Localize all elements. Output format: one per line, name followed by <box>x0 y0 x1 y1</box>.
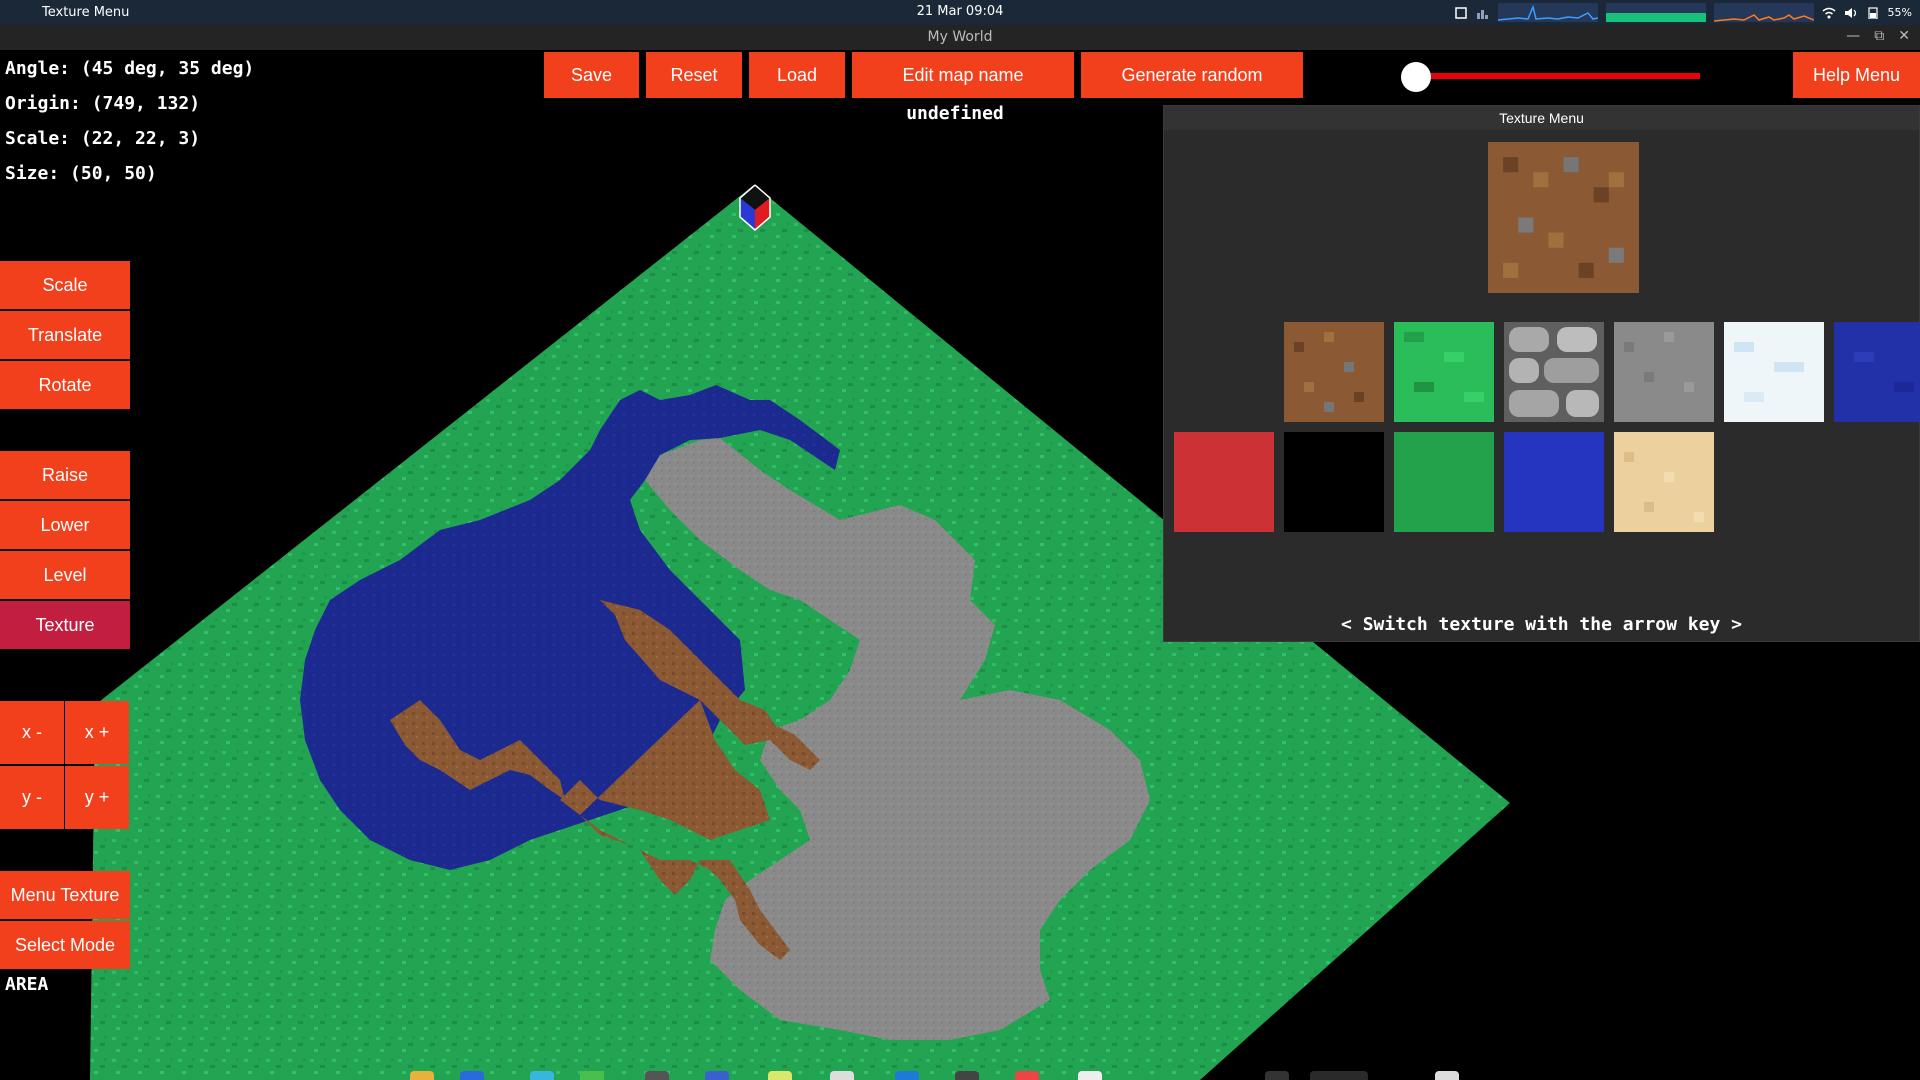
dock-app-icon[interactable] <box>1078 1071 1102 1080</box>
x-minus-button[interactable]: x - <box>0 701 64 764</box>
size-readout: Size: (50, 50) <box>5 163 157 184</box>
map-name-label: undefined <box>906 103 1004 124</box>
select-mode-readout: AREA <box>5 974 49 995</box>
scale-readout: Scale: (22, 22, 3) <box>5 128 201 149</box>
network-monitor <box>1713 3 1814 22</box>
translate-button[interactable]: Translate <box>0 311 130 359</box>
battery-percent: 55% <box>1887 6 1912 19</box>
dock-app-icon[interactable] <box>830 1071 854 1080</box>
dock-app-icon[interactable] <box>645 1071 669 1080</box>
level-button[interactable]: Level <box>0 551 130 599</box>
maximize-icon[interactable]: ⧉ <box>1874 28 1884 44</box>
select-mode-button[interactable]: Select Mode <box>0 921 130 969</box>
origin-readout: Origin: (749, 132) <box>5 93 201 114</box>
dock-app-icon[interactable] <box>768 1071 792 1080</box>
texture-snow[interactable] <box>1724 322 1824 422</box>
cpu-monitor <box>1497 3 1598 22</box>
texture-menu-hint: < Switch texture with the arrow key > <box>1341 614 1742 635</box>
window-title-bar[interactable]: My World — ⧉ ✕ <box>0 25 1920 50</box>
edit-map-name-button[interactable]: Edit map name <box>852 52 1074 98</box>
battery-icon[interactable] <box>1866 6 1880 20</box>
dock-app-icon[interactable] <box>895 1071 919 1080</box>
texture-grass[interactable] <box>1394 322 1494 422</box>
window-title: My World <box>927 29 993 45</box>
texture-blue[interactable] <box>1504 432 1604 532</box>
texture-green[interactable] <box>1394 432 1494 532</box>
dock-app-icon[interactable] <box>1015 1071 1039 1080</box>
dock-app-icon[interactable] <box>460 1071 484 1080</box>
generate-random-button[interactable]: Generate random <box>1081 52 1303 98</box>
texture-menu-title[interactable]: Texture Menu <box>1164 106 1919 130</box>
menu-texture-button[interactable]: Menu Texture <box>0 871 130 919</box>
rotate-button[interactable]: Rotate <box>0 361 130 409</box>
dock-app-icon[interactable] <box>1310 1071 1368 1080</box>
dock-app-icon[interactable] <box>955 1071 979 1080</box>
minimize-icon[interactable]: — <box>1846 28 1860 44</box>
texture-cobblestone[interactable] <box>1504 322 1604 422</box>
dock-app-icon[interactable] <box>580 1071 604 1080</box>
reset-button[interactable]: Reset <box>646 52 742 98</box>
screen-icon[interactable] <box>1454 6 1468 19</box>
memory-monitor <box>1605 3 1706 22</box>
system-tray: 55% <box>1454 3 1912 22</box>
volume-icon[interactable] <box>1844 7 1858 19</box>
lower-button[interactable]: Lower <box>0 501 130 549</box>
close-icon[interactable]: ✕ <box>1898 28 1910 44</box>
wifi-icon[interactable] <box>1822 7 1836 19</box>
x-plus-button[interactable]: x + <box>65 701 129 764</box>
texture-sand[interactable] <box>1614 432 1714 532</box>
scale-button[interactable]: Scale <box>0 261 130 309</box>
texture-dirt[interactable] <box>1284 322 1384 422</box>
dock-app-icon[interactable] <box>530 1071 554 1080</box>
dock-app-icon[interactable] <box>705 1071 729 1080</box>
raise-button[interactable]: Raise <box>0 451 130 499</box>
dock-app-icon[interactable] <box>1435 1071 1459 1080</box>
texture-black[interactable] <box>1284 432 1384 532</box>
system-top-bar: Texture Menu 21 Mar 09:04 55% <box>0 0 1920 25</box>
help-menu-button[interactable]: Help Menu <box>1793 52 1920 98</box>
dock-app-icon[interactable] <box>1265 1071 1289 1080</box>
texture-menu-panel[interactable]: Texture Menu < Switch texture with the a… <box>1163 105 1920 642</box>
brush-slider-handle[interactable] <box>1401 62 1431 92</box>
save-button[interactable]: Save <box>544 52 639 98</box>
texture-water[interactable] <box>1834 322 1920 422</box>
texture-stone[interactable] <box>1614 322 1714 422</box>
texture-button[interactable]: Texture <box>0 601 130 649</box>
texture-red[interactable] <box>1174 432 1274 532</box>
y-plus-button[interactable]: y + <box>65 766 129 829</box>
chart-icon[interactable] <box>1476 7 1490 19</box>
dock-app-icon[interactable] <box>410 1071 434 1080</box>
selected-texture-preview <box>1488 142 1639 293</box>
load-button[interactable]: Load <box>749 52 845 98</box>
brush-slider-track[interactable] <box>1418 73 1700 79</box>
texture-empty[interactable] <box>1174 322 1274 422</box>
y-minus-button[interactable]: y - <box>0 766 64 829</box>
angle-readout: Angle: (45 deg, 35 deg) <box>5 58 255 79</box>
